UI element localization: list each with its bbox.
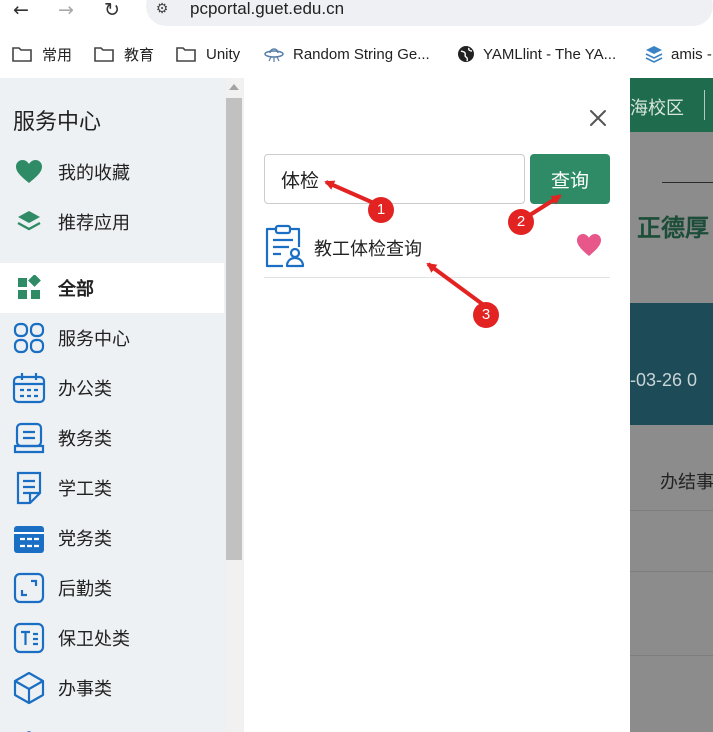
- header-divider: [704, 90, 705, 120]
- sidebar-scrollbar-thumb[interactable]: [226, 98, 242, 560]
- bookmark-item[interactable]: Random String Ge...: [264, 38, 430, 70]
- sidebar: 服务中心 我的收藏 推荐应用 全部 服务中心 办公类 教务类 学工类 党务类 后…: [0, 78, 226, 732]
- heart-icon: [12, 155, 46, 189]
- calendar-filled-icon: [12, 521, 46, 555]
- browser-nav-bar: ← → ↻ ⚙ pcportal.guet.edu.cn: [0, 0, 713, 26]
- sidebar-item-logistics[interactable]: 后勤类: [0, 563, 224, 613]
- sidebar-item-service-center[interactable]: 服务中心: [0, 313, 224, 363]
- back-icon[interactable]: ←: [8, 0, 34, 21]
- sidebar-item-favorites[interactable]: 我的收藏: [0, 147, 224, 197]
- ufo-icon: [264, 45, 284, 63]
- folder-icon: [176, 46, 196, 62]
- search-button[interactable]: 查询: [530, 154, 610, 204]
- divider: [630, 571, 713, 572]
- cube-icon: [12, 671, 46, 705]
- sidebar-item-recommended[interactable]: 推荐应用: [0, 197, 224, 247]
- browser-chrome: ← → ↻ ⚙ pcportal.guet.edu.cn 常用 教育 Unity…: [0, 0, 713, 78]
- text-icon: [12, 621, 46, 655]
- url-text[interactable]: pcportal.guet.edu.cn: [190, 0, 344, 18]
- search-input[interactable]: [264, 154, 525, 204]
- sidebar-item-partial[interactable]: [0, 712, 224, 732]
- layers-icon: [12, 205, 46, 239]
- list-item[interactable]: 教工体检查询: [264, 222, 610, 278]
- site-settings-icon[interactable]: ⚙: [151, 0, 173, 18]
- bookmark-item[interactable]: 常用: [12, 38, 72, 70]
- calendar-icon: [12, 371, 46, 405]
- layers-icon: [645, 45, 663, 63]
- sidebar-item-office[interactable]: 办公类: [0, 363, 224, 413]
- sidebar-item-student-affairs[interactable]: 学工类: [0, 463, 224, 513]
- folder-icon: [12, 46, 32, 62]
- sidebar-item-all[interactable]: 全部: [0, 263, 224, 313]
- divider: [630, 655, 713, 656]
- sidebar-item-party-affairs[interactable]: 党务类: [0, 513, 224, 563]
- result-label: 教工体检查询: [314, 239, 422, 259]
- background-page: 海校区 正德厚 -03-26 0 办结事: [630, 78, 713, 732]
- campus-label[interactable]: 海校区: [630, 94, 684, 120]
- bookmark-item[interactable]: 教育: [94, 38, 154, 70]
- page-content: 服务中心 我的收藏 推荐应用 全部 服务中心 办公类 教务类 学工类 党务类 后…: [0, 78, 713, 732]
- expand-icon: [12, 571, 46, 605]
- sidebar-item-security[interactable]: 保卫处类: [0, 613, 224, 663]
- bookmark-item[interactable]: amis -: [645, 38, 712, 70]
- globe-icon: [457, 45, 475, 63]
- decorative-line: [662, 182, 713, 183]
- bookmarks-bar: 常用 教育 Unity Random String Ge... YAMLlint…: [0, 38, 713, 70]
- sidebar-item-affairs[interactable]: 办事类: [0, 663, 224, 713]
- annotation-marker: 1: [368, 197, 394, 223]
- document-icon: [12, 471, 46, 505]
- status-tab[interactable]: 办结事: [660, 468, 713, 494]
- sidebar-item-academic[interactable]: 教务类: [0, 413, 224, 463]
- campus-header: 海校区: [630, 78, 713, 132]
- scroll-up-icon[interactable]: [229, 84, 239, 90]
- bookmark-item[interactable]: Unity: [176, 38, 240, 70]
- favorite-heart-icon[interactable]: [576, 233, 602, 257]
- reload-icon[interactable]: ↻: [99, 0, 125, 21]
- forward-icon[interactable]: →: [53, 0, 79, 21]
- divider: [630, 510, 713, 511]
- info-banner: -03-26 0: [630, 303, 713, 425]
- graduation-cap-icon: [12, 720, 46, 732]
- sidebar-title: 服务中心: [13, 109, 102, 134]
- date-text: -03-26 0: [630, 370, 698, 390]
- clipboard-user-icon: [265, 224, 304, 268]
- annotation-marker: 2: [508, 209, 534, 235]
- annotation-marker: 3: [473, 302, 499, 328]
- bookmark-item[interactable]: YAMLlint - The YA...: [457, 38, 616, 70]
- grid-icon: [12, 271, 46, 305]
- close-icon[interactable]: [588, 108, 608, 128]
- inbox-icon: [12, 421, 46, 455]
- folder-icon: [94, 46, 114, 62]
- motto-text: 正德厚: [637, 215, 709, 242]
- search-modal: 查询 教工体检查询: [244, 78, 630, 732]
- apps-icon: [12, 321, 46, 355]
